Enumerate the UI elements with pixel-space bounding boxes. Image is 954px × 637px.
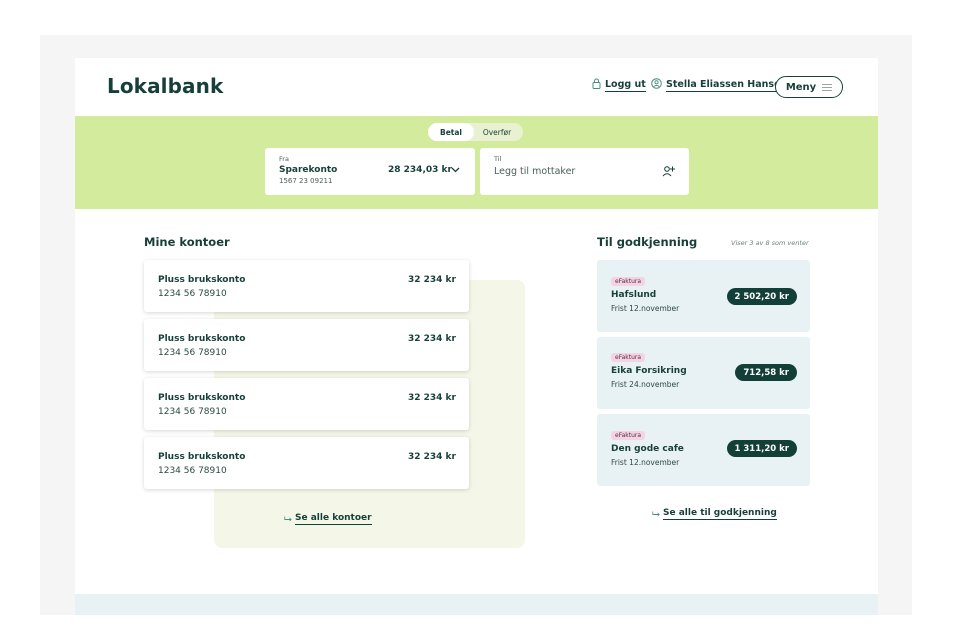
hamburger-icon — [822, 83, 833, 91]
account-number: 1234 56 78910 — [158, 289, 227, 299]
account-number: 1234 56 78910 — [158, 407, 227, 417]
efaktura-badge: eFaktura — [611, 277, 646, 286]
from-account-number: 1567 23 09211 — [279, 177, 333, 185]
account-balance: 32 234 kr — [407, 275, 456, 285]
approval-card[interactable]: eFaktura Den gode cafe Frist 12.november… — [597, 414, 810, 486]
footer-strip — [75, 594, 878, 615]
from-account-select[interactable]: Fra Sparekonto 1567 23 09211 28 234,03 k… — [265, 148, 475, 195]
arrow-right-icon: ⮡ — [652, 508, 660, 520]
account-name: Pluss brukskonto — [158, 452, 246, 462]
add-person-icon[interactable] — [662, 165, 676, 180]
payee-name: Hafslund — [611, 290, 657, 300]
tab-betal[interactable]: Betal — [428, 123, 474, 141]
due-date: Frist 12.november — [611, 304, 680, 313]
account-balance: 32 234 kr — [407, 452, 456, 462]
amount-pill[interactable]: 1 311,20 kr — [726, 440, 797, 457]
menu-button[interactable]: Meny — [775, 76, 843, 98]
account-name: Pluss brukskonto — [158, 334, 246, 344]
menu-label: Meny — [785, 81, 817, 93]
account-balance: 32 234 kr — [407, 393, 456, 403]
recipient-field[interactable]: Til Legg til mottaker — [480, 148, 689, 195]
account-name: Pluss brukskonto — [158, 275, 246, 285]
user-circle-icon — [651, 78, 662, 92]
approval-card[interactable]: eFaktura Hafslund Frist 12.november 2 50… — [597, 260, 810, 332]
see-all-approvals-link[interactable]: ⮡ Se alle til godkjenning — [652, 508, 777, 520]
account-balance: 32 234 kr — [407, 334, 456, 344]
accounts-title: Mine kontoer — [144, 235, 230, 249]
account-name: Pluss brukskonto — [158, 393, 246, 403]
approval-card[interactable]: eFaktura Eika Forsikring Frist 24.novemb… — [597, 337, 810, 409]
bank-page: Lokalbank Logg ut Stella Eliassen Hansen… — [75, 58, 878, 615]
amount-pill[interactable]: 2 502,20 kr — [726, 288, 797, 305]
user-name: Stella Eliassen Hansen — [666, 78, 788, 92]
account-number: 1234 56 78910 — [158, 348, 227, 358]
chevron-down-icon[interactable] — [451, 166, 460, 176]
see-all-approvals-label: Se alle til godkjenning — [663, 508, 777, 520]
approvals-title: Til godkjenning — [597, 235, 698, 249]
from-account-name: Sparekonto — [279, 165, 338, 175]
from-label: Fra — [279, 155, 289, 163]
recipient-placeholder: Legg til mottaker — [494, 166, 576, 177]
account-card[interactable]: Pluss brukskonto 1234 56 78910 32 234 kr — [144, 437, 469, 489]
see-all-accounts-label: Se alle kontoer — [295, 513, 372, 525]
lock-icon — [592, 78, 601, 92]
to-label: Til — [494, 155, 502, 163]
tab-overfor[interactable]: Overfør — [474, 123, 520, 141]
account-card[interactable]: Pluss brukskonto 1234 56 78910 32 234 kr — [144, 319, 469, 371]
approvals-count-note: Viser 3 av 8 som venter — [731, 239, 809, 247]
due-date: Frist 24.november — [611, 380, 680, 389]
payee-name: Den gode cafe — [611, 444, 684, 454]
bank-logo[interactable]: Lokalbank — [107, 74, 223, 98]
payee-name: Eika Forsikring — [611, 366, 687, 376]
payment-mode-toggle: Betal Overfør — [428, 123, 523, 141]
logout-link[interactable]: Logg ut — [592, 78, 646, 92]
due-date: Frist 12.november — [611, 458, 680, 467]
from-account-balance: 28 234,03 kr — [388, 165, 452, 175]
account-card[interactable]: Pluss brukskonto 1234 56 78910 32 234 kr — [144, 260, 469, 312]
see-all-accounts-link[interactable]: ⮡ Se alle kontoer — [284, 513, 372, 525]
logout-label: Logg ut — [605, 78, 646, 92]
amount-pill[interactable]: 712,58 kr — [735, 364, 797, 381]
account-number: 1234 56 78910 — [158, 466, 227, 476]
efaktura-badge: eFaktura — [611, 431, 646, 440]
efaktura-badge: eFaktura — [611, 353, 646, 362]
account-card[interactable]: Pluss brukskonto 1234 56 78910 32 234 kr — [144, 378, 469, 430]
arrow-right-icon: ⮡ — [284, 513, 292, 525]
user-profile-link[interactable]: Stella Eliassen Hansen — [651, 78, 788, 92]
